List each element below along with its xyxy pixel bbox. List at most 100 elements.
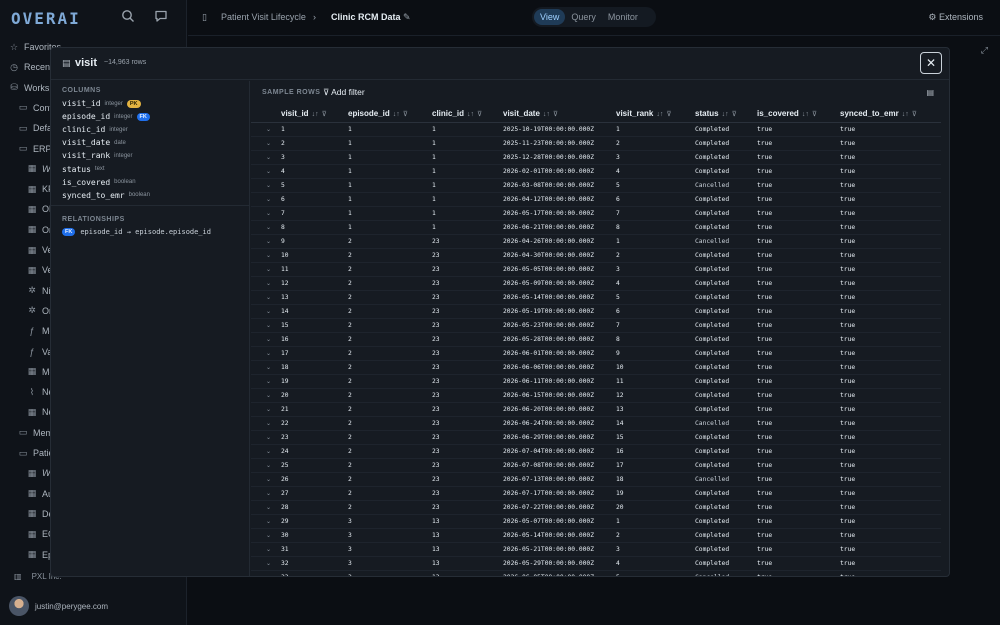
column-header[interactable]: visit_id ↓↑ ⊽ xyxy=(281,106,327,121)
chevron-down-icon[interactable]: ⌄ xyxy=(266,193,271,207)
table-row[interactable]: ⌄ 2 1 1 2025-11-23T00:00:00.000Z 2 Completed tr… xyxy=(251,137,941,151)
sidebar-item[interactable]: ◷ Recent xyxy=(8,57,52,77)
column-filter-icon[interactable]: ⊽ xyxy=(322,111,327,118)
table-row[interactable]: ⌄ 16 2 23 2026-05-28T00:00:00.000Z 8 Completed… xyxy=(251,333,941,347)
user-menu[interactable]: justin@perygee.com xyxy=(9,596,108,616)
table-row[interactable]: ⌄ 28 2 23 2026-07-22T00:00:00.000Z 20 Complete… xyxy=(251,501,941,515)
chevron-down-icon[interactable]: ⌄ xyxy=(266,417,271,431)
chevron-down-icon[interactable]: ⌄ xyxy=(266,473,271,487)
column-item[interactable]: clinic_id integer xyxy=(62,123,128,136)
column-item[interactable]: synced_to_emr boolean xyxy=(62,189,150,202)
table-row[interactable]: ⌄ 5 1 1 2026-03-08T00:00:00.000Z 5 Cancelled tr… xyxy=(251,179,941,193)
chevron-down-icon[interactable]: ⌄ xyxy=(266,375,271,389)
column-header[interactable]: episode_id ↓↑ ⊽ xyxy=(348,106,408,121)
chevron-down-icon[interactable]: ⌄ xyxy=(266,403,271,417)
chevron-down-icon[interactable]: ⌄ xyxy=(266,263,271,277)
sort-icon[interactable]: ↓↑ xyxy=(393,111,400,118)
sort-icon[interactable]: ↓↑ xyxy=(802,111,809,118)
chevron-down-icon[interactable]: ⌄ xyxy=(266,319,271,333)
table-row[interactable]: ⌄ 10 2 23 2026-04-30T00:00:00.000Z 2 Completed… xyxy=(251,249,941,263)
column-item[interactable]: visit_rank integer xyxy=(62,149,133,162)
chevron-down-icon[interactable]: ⌄ xyxy=(266,361,271,375)
table-row[interactable]: ⌄ 4 1 1 2026-02-01T00:00:00.000Z 4 Completed tr… xyxy=(251,165,941,179)
breadcrumb-workflow[interactable]: Patient Visit Lifecycle xyxy=(221,12,306,22)
table-row[interactable]: ⌄ 27 2 23 2026-07-17T00:00:00.000Z 19 Complete… xyxy=(251,487,941,501)
chevron-down-icon[interactable]: ⌄ xyxy=(266,221,271,235)
chevron-down-icon[interactable]: ⌄ xyxy=(266,459,271,473)
table-row[interactable]: ⌄ 21 2 23 2026-06-20T00:00:00.000Z 13 Complete… xyxy=(251,403,941,417)
table-row[interactable]: ⌄ 15 2 23 2026-05-23T00:00:00.000Z 7 Completed… xyxy=(251,319,941,333)
chevron-down-icon[interactable]: ⌄ xyxy=(266,151,271,165)
table-row[interactable]: ⌄ 32 3 13 2026-05-29T00:00:00.000Z 4 Completed… xyxy=(251,557,941,571)
column-header[interactable]: clinic_id ↓↑ ⊽ xyxy=(432,106,482,121)
column-item[interactable]: is_covered boolean xyxy=(62,176,136,189)
column-header[interactable]: is_covered ↓↑ ⊽ xyxy=(757,106,817,121)
add-filter-button[interactable]: ⊽ Add filter xyxy=(323,87,365,98)
chevron-down-icon[interactable]: ⌄ xyxy=(266,179,271,193)
table-row[interactable]: ⌄333132026-06-05T00:00:00.000Z5Cancelled… xyxy=(251,571,941,576)
sidebar-item[interactable]: ▭ Patie xyxy=(17,443,54,463)
column-filter-icon[interactable]: ⊽ xyxy=(666,111,671,118)
breadcrumb-current[interactable]: Clinic RCM Data xyxy=(331,12,401,22)
chevron-down-icon[interactable]: ⌄ xyxy=(266,277,271,291)
table-row[interactable]: ⌄ 14 2 23 2026-05-19T00:00:00.000Z 6 Completed… xyxy=(251,305,941,319)
chevron-down-icon[interactable]: ⌄ xyxy=(266,207,271,221)
chevron-down-icon[interactable]: ⌄ xyxy=(266,305,271,319)
chevron-down-icon[interactable]: ⌄ xyxy=(266,291,271,305)
column-header[interactable]: visit_rank ↓↑ ⊽ xyxy=(616,106,671,121)
table-row[interactable]: ⌄ 24 2 23 2026-07-04T00:00:00.000Z 16 Complete… xyxy=(251,445,941,459)
edit-pencil-icon[interactable]: ✎ xyxy=(403,12,411,23)
table-row[interactable]: ⌄ 25 2 23 2026-07-08T00:00:00.000Z 17 Complete… xyxy=(251,459,941,473)
tab-query[interactable]: Query xyxy=(565,9,602,25)
chevron-down-icon[interactable]: ⌄ xyxy=(266,529,271,543)
table-row[interactable]: ⌄ 7 1 1 2026-05-17T00:00:00.000Z 7 Completed tr… xyxy=(251,207,941,221)
extensions-button[interactable]: ⚙ Extensions xyxy=(928,12,983,23)
table-row[interactable]: ⌄ 30 3 13 2026-05-14T00:00:00.000Z 2 Completed… xyxy=(251,529,941,543)
relationship-item[interactable]: FK episode_id → episode.episode_id xyxy=(62,228,211,236)
table-row[interactable]: ⌄ 31 3 13 2026-05-21T00:00:00.000Z 3 Completed… xyxy=(251,543,941,557)
tab-monitor[interactable]: Monitor xyxy=(602,9,644,25)
column-filter-icon[interactable]: ⊽ xyxy=(403,111,408,118)
chevron-down-icon[interactable]: ⌄ xyxy=(266,347,271,361)
tab-view[interactable]: View xyxy=(534,9,566,25)
sidebar-toggle-icon[interactable]: ▯ xyxy=(202,12,207,23)
table-row[interactable]: ⌄ 11 2 23 2026-05-05T00:00:00.000Z 3 Completed… xyxy=(251,263,941,277)
chevron-down-icon[interactable]: ⌄ xyxy=(266,235,271,249)
table-row[interactable]: ⌄ 9 2 23 2026-04-26T00:00:00.000Z 1 Cancelled t… xyxy=(251,235,941,249)
sidebar-item[interactable]: ⛁ Worksp xyxy=(8,78,54,98)
chevron-down-icon[interactable]: ⌄ xyxy=(266,389,271,403)
chevron-down-icon[interactable]: ⌄ xyxy=(266,249,271,263)
export-icon[interactable]: ▤ xyxy=(926,88,934,97)
chevron-down-icon[interactable]: ⌄ xyxy=(266,431,271,445)
table-row[interactable]: ⌄ 17 2 23 2026-06-01T00:00:00.000Z 9 Completed… xyxy=(251,347,941,361)
chevron-down-icon[interactable]: ⌄ xyxy=(266,445,271,459)
chevron-down-icon[interactable]: ⌄ xyxy=(266,487,271,501)
column-filter-icon[interactable]: ⊽ xyxy=(553,111,558,118)
table-row[interactable]: ⌄ 29 3 13 2026-05-07T00:00:00.000Z 1 Completed… xyxy=(251,515,941,529)
column-filter-icon[interactable]: ⊽ xyxy=(912,111,917,118)
expand-icon[interactable]: ⤢ xyxy=(981,45,988,56)
search-icon[interactable] xyxy=(119,9,137,27)
chevron-down-icon[interactable]: ⌄ xyxy=(266,557,271,571)
column-item[interactable]: status text xyxy=(62,163,105,176)
table-row[interactable]: ⌄ 26 2 23 2026-07-13T00:00:00.000Z 18 Cancelle… xyxy=(251,473,941,487)
chevron-down-icon[interactable]: ⌄ xyxy=(266,123,271,137)
chevron-down-icon[interactable]: ⌄ xyxy=(266,333,271,347)
chevron-down-icon[interactable]: ⌄ xyxy=(266,571,271,576)
sort-icon[interactable]: ↓↑ xyxy=(902,111,909,118)
table-row[interactable]: ⌄ 6 1 1 2026-04-12T00:00:00.000Z 6 Completed tr… xyxy=(251,193,941,207)
table-row[interactable]: ⌄ 3 1 1 2025-12-28T00:00:00.000Z 3 Completed tr… xyxy=(251,151,941,165)
column-header[interactable]: status ↓↑ ⊽ xyxy=(695,106,737,121)
table-row[interactable]: ⌄ 1 1 1 2025-10-19T00:00:00.000Z 1 Completed tr… xyxy=(251,123,941,137)
table-row[interactable]: ⌄ 20 2 23 2026-06-15T00:00:00.000Z 12 Complete… xyxy=(251,389,941,403)
chevron-down-icon[interactable]: ⌄ xyxy=(266,543,271,557)
table-row[interactable]: ⌄ 8 1 1 2026-06-21T00:00:00.000Z 8 Completed tr… xyxy=(251,221,941,235)
sort-icon[interactable]: ↓↑ xyxy=(312,111,319,118)
table-row[interactable]: ⌄ 13 2 23 2026-05-14T00:00:00.000Z 5 Completed… xyxy=(251,291,941,305)
sort-icon[interactable]: ↓↑ xyxy=(543,111,550,118)
chevron-down-icon[interactable]: ⌄ xyxy=(266,137,271,151)
chevron-down-icon[interactable]: ⌄ xyxy=(266,165,271,179)
table-row[interactable]: ⌄ 18 2 23 2026-06-06T00:00:00.000Z 10 Complete… xyxy=(251,361,941,375)
close-button[interactable]: ✕ xyxy=(920,52,942,74)
sort-icon[interactable]: ↓↑ xyxy=(722,111,729,118)
